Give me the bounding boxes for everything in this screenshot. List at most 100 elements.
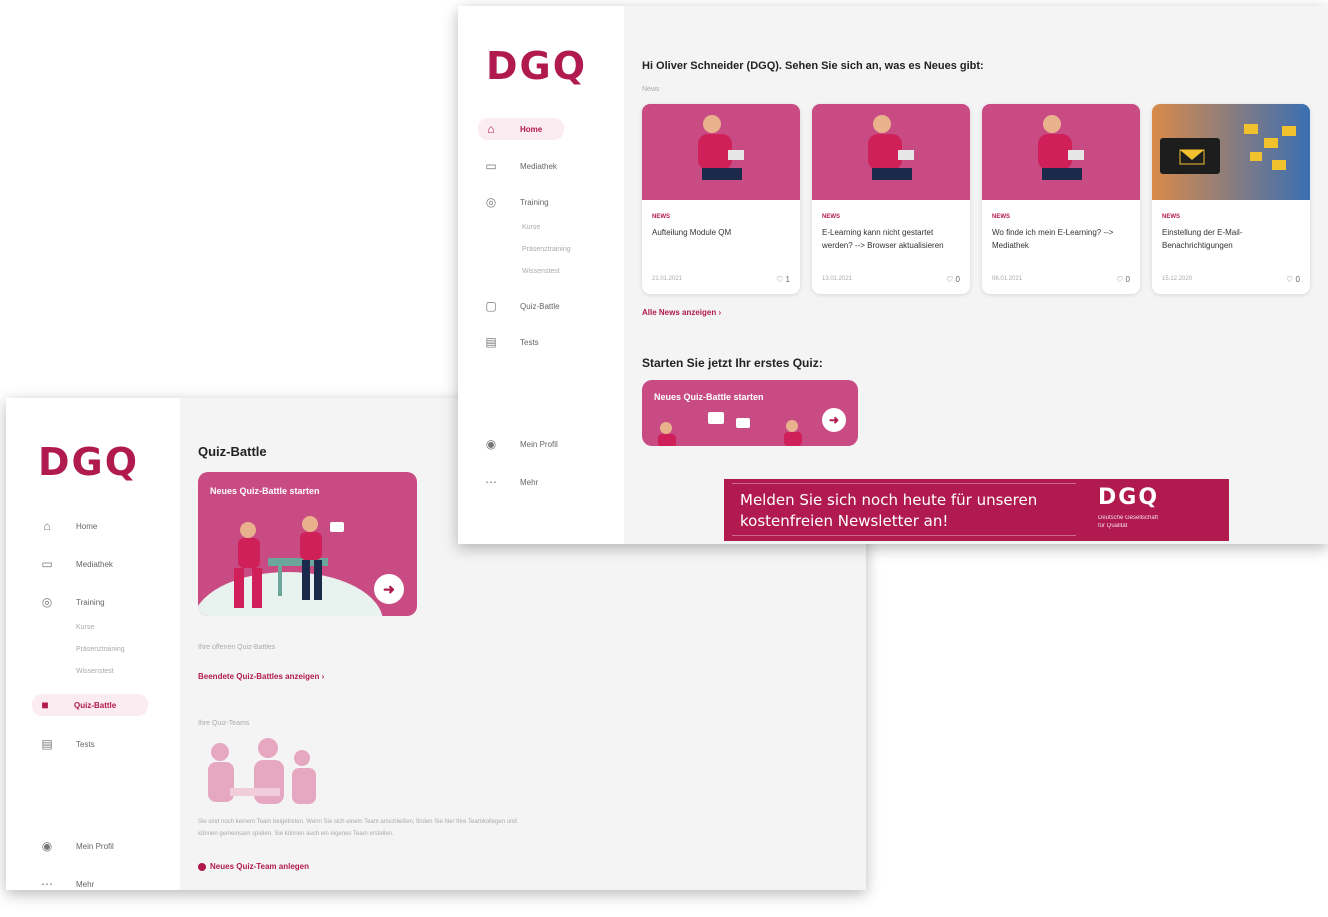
heart-icon: ♡ (1286, 275, 1294, 284)
front-quiz-arrow-button[interactable]: ➜ (822, 408, 846, 432)
more-icon: ⋯ (485, 475, 497, 489)
back-finished-battles-link[interactable]: Beendete Quiz-Battles anzeigen › (198, 672, 324, 681)
training-icon: ◎ (485, 195, 497, 209)
front-nav-mehr[interactable]: ⋯ Mehr (478, 472, 604, 492)
back-sub-kurse[interactable]: Kurse (76, 624, 94, 631)
front-nav-profil-label: Mein Profil (520, 439, 558, 449)
back-nav-home-label: Home (76, 521, 98, 531)
newsletter-banner[interactable]: Melden Sie sich noch heute für unseren k… (724, 479, 1229, 541)
news-card-tag: NEWS (652, 214, 670, 220)
news-card-likes[interactable]: ♡ 1 (776, 275, 790, 284)
front-nav-home[interactable]: ⌂ Home (478, 118, 564, 140)
news-card[interactable]: NEWS Aufteilung Module QM 21.01.2021 ♡ 1 (642, 104, 800, 294)
teams-illustration (208, 738, 316, 804)
back-nav-quiz-label: Quiz-Battle (74, 700, 117, 710)
front-nav-mediathek-label: Mediathek (520, 161, 557, 171)
back-quiz-arrow-button[interactable]: ➜ (374, 574, 404, 604)
back-quiz-card[interactable]: Neues Quiz-Battle starten ➜ (198, 472, 417, 616)
front-nav-training-label: Training (520, 197, 549, 207)
back-nav-tests[interactable]: ▤ Tests (34, 734, 160, 754)
bag-icon: ■ (41, 698, 49, 712)
news-card-likes[interactable]: ♡ 0 (1116, 275, 1130, 284)
front-nav-tests-label: Tests (520, 337, 539, 347)
document-icon: ▤ (41, 737, 53, 751)
news-card-image (1152, 104, 1310, 200)
news-card-illustration (868, 115, 914, 180)
banner-logo-sub1: Deutsche Gesellschaft (1098, 515, 1159, 521)
news-card-tag: NEWS (822, 214, 840, 220)
news-card-illustration (698, 115, 744, 180)
news-card[interactable]: NEWS Wo finde ich mein E-Learning? --> M… (982, 104, 1140, 294)
news-card-like-count: 1 (785, 275, 790, 284)
back-nav-mediathek-label: Mediathek (76, 559, 113, 569)
home-icon: ⌂ (43, 519, 51, 533)
training-icon: ◎ (41, 595, 53, 609)
back-sub-wissenstest[interactable]: Wissenstest (76, 668, 114, 675)
back-nav-home[interactable]: ⌂ Home (34, 516, 160, 536)
front-greeting: Hi Oliver Schneider (DGQ). Sehen Sie sic… (642, 60, 984, 72)
news-card[interactable]: NEWS Einstellung der E-Mail-Benachrichti… (1152, 104, 1310, 294)
front-nav-profil[interactable]: ◉ Mein Profil (478, 434, 604, 454)
front-nav-training[interactable]: ◎ Training (478, 192, 604, 212)
back-nav-profil[interactable]: ◉ Mein Profil (34, 836, 160, 856)
back-nav-tests-label: Tests (76, 739, 95, 749)
news-card-tag: NEWS (992, 214, 1010, 220)
back-new-team-label: Neues Quiz-Team anlegen (210, 862, 309, 871)
user-icon: ◉ (485, 437, 497, 451)
front-nav-mehr-label: Mehr (520, 477, 539, 487)
news-card-title: Aufteilung Module QM (652, 228, 732, 237)
home-icon: ⌂ (487, 122, 495, 136)
news-card-title: Wo finde ich mein E-Learning? --> Mediat… (992, 228, 1114, 250)
back-new-team-link[interactable]: Neues Quiz-Team anlegen (198, 862, 309, 871)
back-nav-training[interactable]: ◎ Training (34, 592, 160, 612)
front-nav-tests[interactable]: ▤ Tests (478, 332, 604, 352)
news-card-date: 15.12.2020 (1162, 276, 1193, 282)
news-card[interactable]: NEWS E-Learning kann nicht gestartet wer… (812, 104, 970, 294)
banner-divider-top (732, 483, 1076, 484)
news-card-like-count: 0 (1295, 275, 1300, 284)
back-nav-quiz-battle[interactable]: ■ Quiz-Battle (32, 694, 148, 716)
back-nav-mediathek[interactable]: ▭ Mediathek (34, 554, 160, 574)
news-card-illustration (1160, 124, 1296, 174)
heart-icon: ♡ (776, 275, 784, 284)
heart-icon: ♡ (946, 275, 954, 284)
front-nav-quiz-battle[interactable]: ▢ Quiz-Battle (478, 296, 604, 316)
news-card-likes[interactable]: ♡ 0 (1286, 275, 1300, 284)
news-card-like-count: 0 (1125, 275, 1130, 284)
front-nav-quiz-label: Quiz-Battle (520, 301, 560, 311)
front-news-section-label: News (642, 86, 660, 93)
back-open-battles-label: Ihre offenen Quiz-Battles (198, 644, 276, 651)
front-nav-mediathek[interactable]: ▭ Mediathek (478, 156, 604, 176)
banner-line1: Melden Sie sich noch heute für unseren (740, 491, 1038, 509)
back-nav-mehr[interactable]: ⋯ Mehr (34, 874, 160, 890)
banner-line2: kostenfreien Newsletter an! (740, 512, 949, 530)
news-card-title: Einstellung der E-Mail-Benachrichtigunge… (1162, 228, 1243, 250)
news-card-illustration (1038, 115, 1084, 180)
quiz-heading: Starten Sie jetzt Ihr erstes Quiz: (642, 356, 823, 370)
bag-icon: ▢ (485, 299, 497, 313)
news-card-image (812, 104, 970, 200)
news-card-likes[interactable]: ♡ 0 (946, 275, 960, 284)
banner-divider-bottom (732, 535, 1076, 536)
front-sub-praesenz[interactable]: Präsenztraining (522, 246, 571, 253)
front-sidebar: DGQ ⌂ Home ▭ Mediathek ◎ Training Kurse … (458, 6, 624, 544)
front-nav-home-label: Home (520, 124, 543, 134)
back-logo: DGQ (38, 440, 140, 484)
news-card-date: 13.01.2021 (822, 276, 853, 282)
plus-circle-icon (198, 862, 206, 871)
banner-logo: DGQ (1098, 485, 1160, 510)
news-card-title: E-Learning kann nicht gestartet werden? … (822, 228, 944, 250)
news-card-date: 06.01.2021 (992, 276, 1023, 282)
front-quiz-card[interactable]: Neues Quiz-Battle starten ➜ (642, 380, 858, 446)
banner-logo-sub2: für Qualität (1098, 523, 1128, 529)
folder-icon: ▭ (485, 159, 497, 173)
back-page-title: Quiz-Battle (198, 444, 267, 459)
back-sub-praesenz[interactable]: Präsenztraining (76, 646, 125, 653)
news-card-date: 21.01.2021 (652, 276, 683, 282)
all-news-link[interactable]: Alle News anzeigen › (642, 308, 721, 317)
front-sub-kurse[interactable]: Kurse (522, 224, 540, 231)
folder-icon: ▭ (41, 557, 53, 571)
user-icon: ◉ (41, 839, 53, 853)
front-sub-wissenstest[interactable]: Wissenstest (522, 268, 560, 275)
news-card-image (982, 104, 1140, 200)
